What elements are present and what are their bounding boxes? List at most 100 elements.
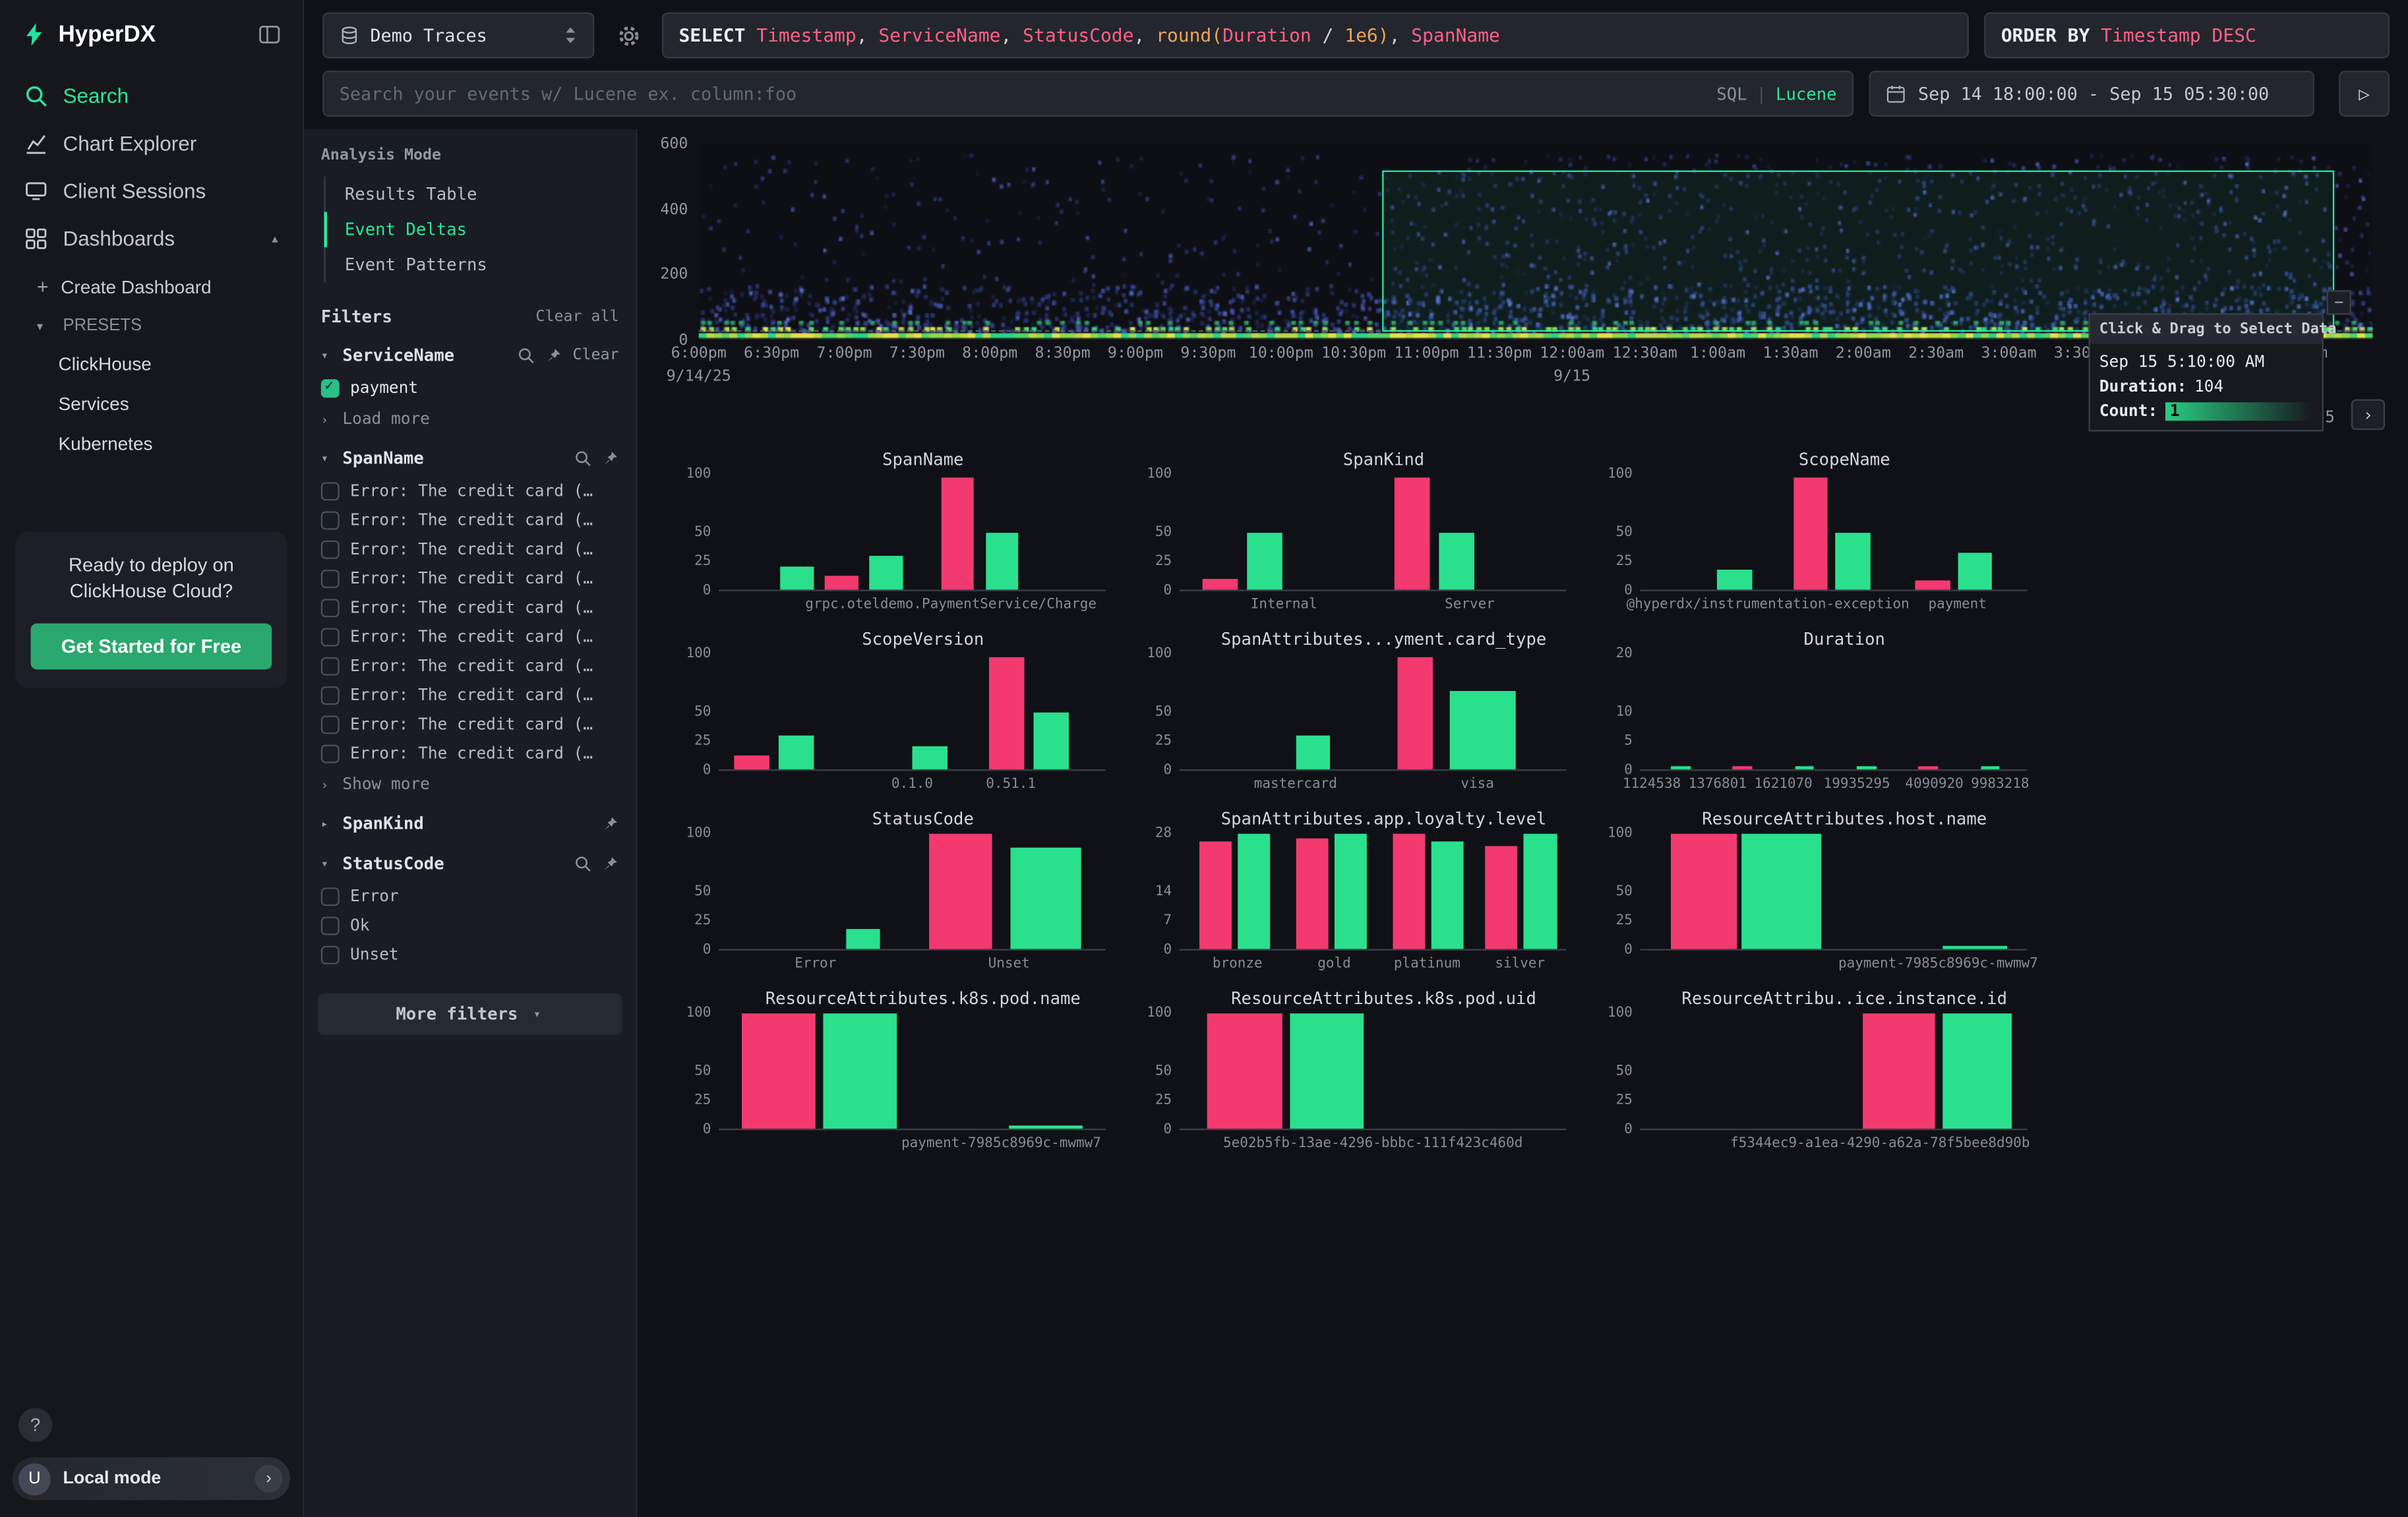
bar-outliers[interactable] [930, 834, 992, 949]
bar-inliers[interactable] [1431, 842, 1464, 949]
sidebar-item-chart-explorer[interactable]: Chart Explorer [0, 120, 303, 167]
clear-all-button[interactable]: Clear all [535, 309, 618, 326]
language-lucene-option[interactable]: Lucene [1776, 84, 1837, 104]
sidebar-collapse-icon[interactable] [258, 23, 281, 46]
bar-inliers[interactable] [1296, 734, 1331, 769]
mini-chart-plot[interactable] [719, 1013, 1106, 1130]
selection-handle-button[interactable]: − [2327, 290, 2351, 314]
checkbox-unchecked[interactable] [321, 715, 340, 733]
mini-chart-plot[interactable] [1640, 475, 2027, 591]
source-select[interactable]: Demo Traces [322, 13, 594, 59]
bar-outliers[interactable] [941, 478, 974, 589]
filter-option[interactable]: Error: The credit card (… [318, 593, 622, 622]
bar-outliers[interactable] [1296, 838, 1329, 949]
pin-icon[interactable] [602, 855, 619, 872]
bar-outliers[interactable] [1733, 766, 1752, 769]
checkbox-unchecked[interactable] [321, 569, 340, 587]
checkbox-unchecked[interactable] [321, 627, 340, 645]
checkbox-unchecked[interactable] [321, 686, 340, 704]
bar-outliers[interactable] [1394, 478, 1429, 589]
more-filters-button[interactable]: More filters ▾ [318, 994, 622, 1035]
bar-outliers[interactable] [1485, 846, 1518, 949]
mini-chart-plot[interactable] [719, 475, 1106, 591]
date-range-picker[interactable]: Sep 14 18:00:00 - Sep 15 05:30:00 [1869, 71, 2314, 117]
checkbox-checked[interactable] [321, 378, 340, 397]
bar-inliers[interactable] [1958, 552, 1993, 589]
create-dashboard-button[interactable]: + Create Dashboard [37, 266, 278, 307]
bar-inliers[interactable] [912, 746, 947, 769]
bar-inliers[interactable] [779, 734, 814, 769]
bar-outliers[interactable] [1398, 657, 1433, 769]
mini-chart-plot[interactable] [1640, 654, 2027, 771]
sidebar-item-dashboards[interactable]: Dashboards ▴ [0, 215, 303, 262]
bar-outliers[interactable] [1199, 842, 1232, 949]
show-more-button[interactable]: › Show more [318, 768, 622, 802]
pin-icon[interactable] [602, 816, 619, 833]
filter-option[interactable]: Error: The credit card (… [318, 738, 622, 767]
filter-option[interactable]: Unset [318, 939, 622, 968]
checkbox-unchecked[interactable] [321, 657, 340, 675]
bar-outliers[interactable] [1863, 1013, 1935, 1129]
mini-chart-plot[interactable] [719, 654, 1106, 771]
checkbox-unchecked[interactable] [321, 540, 340, 558]
source-settings-button[interactable] [610, 24, 647, 47]
checkbox-unchecked[interactable] [321, 916, 340, 934]
run-query-button[interactable]: ▷ [2339, 71, 2390, 117]
bar-inliers[interactable] [1942, 1013, 2012, 1129]
filter-option[interactable]: Error: The credit card (… [318, 564, 622, 593]
pin-icon[interactable] [545, 347, 562, 364]
filter-option[interactable]: Error: The credit card (… [318, 535, 622, 564]
mini-chart-plot[interactable] [1180, 654, 1567, 771]
mini-chart-plot[interactable] [1640, 834, 2027, 951]
bar-outliers[interactable] [1203, 578, 1238, 589]
bar-inliers[interactable] [1290, 1013, 1364, 1129]
mini-chart-plot[interactable] [719, 834, 1106, 951]
bar-inliers[interactable] [1011, 848, 1081, 949]
search-input[interactable] [340, 83, 1704, 105]
bar-inliers[interactable] [1451, 691, 1517, 769]
checkbox-unchecked[interactable] [321, 945, 340, 964]
search-icon[interactable] [574, 450, 591, 467]
bar-inliers[interactable] [847, 928, 880, 949]
sidebar-item-clickhouse[interactable]: ClickHouse [37, 344, 278, 384]
bar-outliers[interactable] [825, 576, 858, 589]
bar-inliers[interactable] [1335, 834, 1368, 949]
analysis-mode-results-table[interactable]: Results Table [323, 177, 622, 212]
filter-option[interactable]: Error: The credit card (… [318, 680, 622, 709]
bar-outliers[interactable] [990, 657, 1025, 769]
sidebar-item-services[interactable]: Services [37, 384, 278, 424]
mini-chart-plot[interactable] [1640, 1013, 2027, 1130]
filter-option[interactable]: Error: The credit card (… [318, 476, 622, 505]
analysis-mode-event-patterns[interactable]: Event Patterns [323, 247, 622, 283]
selection-region[interactable] [1382, 171, 2335, 332]
filter-group-servicename[interactable]: ▾ ServiceName Clear [318, 333, 622, 373]
checkbox-unchecked[interactable] [321, 598, 340, 616]
sidebar-item-client-sessions[interactable]: Client Sessions [0, 167, 303, 215]
filter-option[interactable]: Error: The credit card (… [318, 622, 622, 651]
analysis-mode-event-deltas[interactable]: Event Deltas [323, 212, 622, 247]
bar-inliers[interactable] [1034, 712, 1069, 769]
sidebar-item-kubernetes[interactable]: Kubernetes [37, 424, 278, 464]
bar-inliers[interactable] [1741, 834, 1822, 949]
clear-filter-button[interactable]: Clear [572, 347, 618, 364]
filter-option[interactable]: payment [318, 373, 622, 402]
bar-inliers[interactable] [1857, 766, 1876, 769]
bar-inliers[interactable] [870, 555, 903, 589]
filter-group-statuscode[interactable]: ▾ StatusCode [318, 841, 622, 881]
filter-group-spankind[interactable]: ▸ SpanKind [318, 802, 622, 842]
bar-inliers[interactable] [1795, 766, 1814, 769]
filter-option[interactable]: Error: The credit card (… [318, 651, 622, 680]
bar-inliers[interactable] [1439, 532, 1474, 589]
language-sql-option[interactable]: SQL [1716, 84, 1747, 104]
bar-inliers[interactable] [1836, 532, 1871, 589]
next-page-button[interactable]: › [2351, 400, 2385, 431]
get-started-button[interactable]: Get Started for Free [31, 623, 272, 669]
bar-outliers[interactable] [1915, 580, 1950, 589]
mini-chart-plot[interactable] [1180, 1013, 1567, 1130]
bar-inliers[interactable] [1981, 766, 2000, 769]
filter-group-spanname[interactable]: ▾ SpanName [318, 436, 622, 476]
bar-inliers[interactable] [781, 566, 814, 589]
checkbox-unchecked[interactable] [321, 887, 340, 905]
bar-inliers[interactable] [823, 1013, 897, 1129]
bar-inliers[interactable] [1718, 569, 1753, 589]
